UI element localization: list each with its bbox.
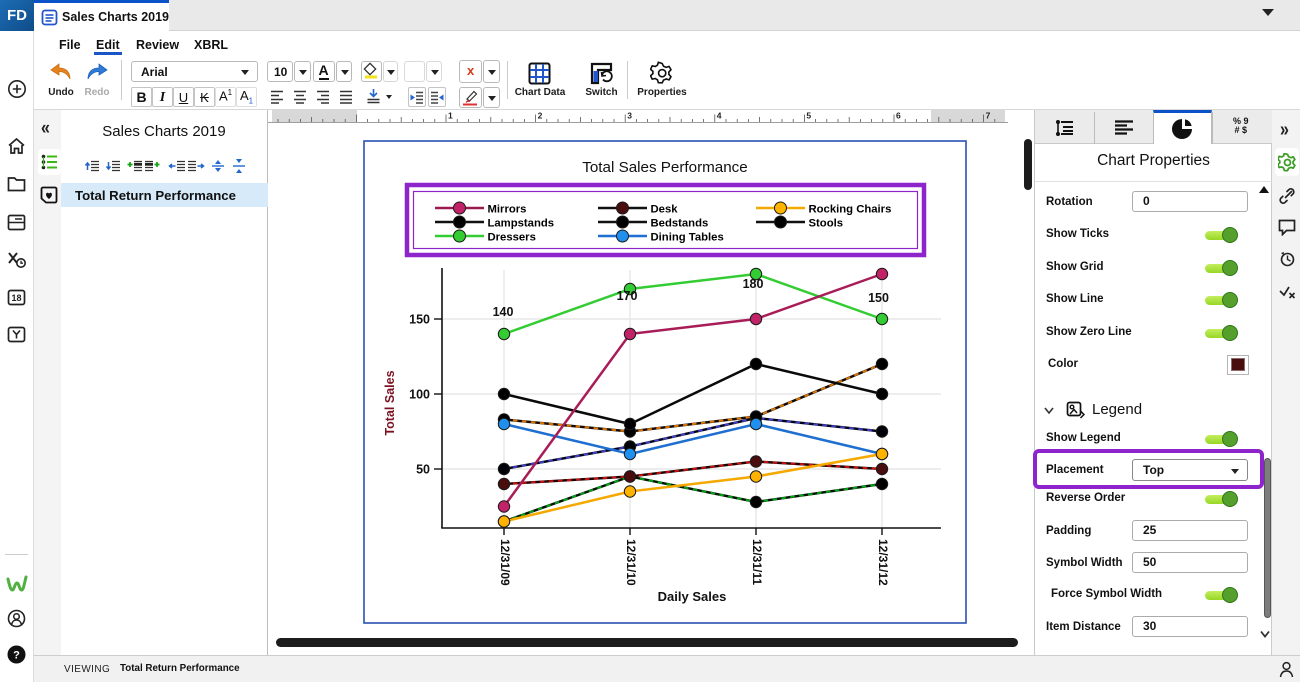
svg-text:Dining Tables: Dining Tables bbox=[651, 232, 724, 244]
svg-text:4: 4 bbox=[717, 111, 722, 121]
svg-text:150: 150 bbox=[868, 291, 889, 305]
svg-text:6: 6 bbox=[896, 111, 901, 121]
svg-text:Mirrors: Mirrors bbox=[488, 204, 527, 216]
svg-text:18: 18 bbox=[11, 293, 21, 303]
svg-text:Dressers: Dressers bbox=[488, 232, 536, 244]
svg-text:180: 180 bbox=[743, 277, 764, 291]
svg-text:12/31/09: 12/31/09 bbox=[498, 539, 512, 586]
svg-text:3: 3 bbox=[627, 111, 632, 121]
svg-text:Bedstands: Bedstands bbox=[651, 218, 709, 230]
svg-text:Stools: Stools bbox=[809, 218, 844, 230]
svg-text:140: 140 bbox=[493, 305, 514, 319]
svg-text:170: 170 bbox=[617, 289, 638, 303]
svg-text:Daily Sales: Daily Sales bbox=[658, 589, 727, 604]
svg-text:Total Sales Performance: Total Sales Performance bbox=[582, 159, 747, 176]
svg-text:12/31/12: 12/31/12 bbox=[876, 539, 890, 586]
svg-text:Total Sales: Total Sales bbox=[383, 370, 397, 435]
svg-text:12/31/11: 12/31/11 bbox=[750, 539, 764, 585]
svg-text:Desk: Desk bbox=[651, 204, 679, 216]
svg-text:Rocking Chairs: Rocking Chairs bbox=[809, 204, 892, 216]
svg-text:2: 2 bbox=[538, 111, 543, 121]
svg-text:150: 150 bbox=[409, 313, 430, 327]
svg-text:Lampstands: Lampstands bbox=[488, 218, 555, 230]
svg-text:5: 5 bbox=[806, 111, 811, 121]
svg-text:12/31/10: 12/31/10 bbox=[624, 539, 638, 586]
svg-text:50: 50 bbox=[416, 463, 430, 477]
svg-text:?: ? bbox=[13, 650, 20, 662]
svg-text:100: 100 bbox=[409, 388, 430, 402]
svg-text:1: 1 bbox=[448, 111, 453, 121]
svg-text:7: 7 bbox=[986, 111, 991, 121]
